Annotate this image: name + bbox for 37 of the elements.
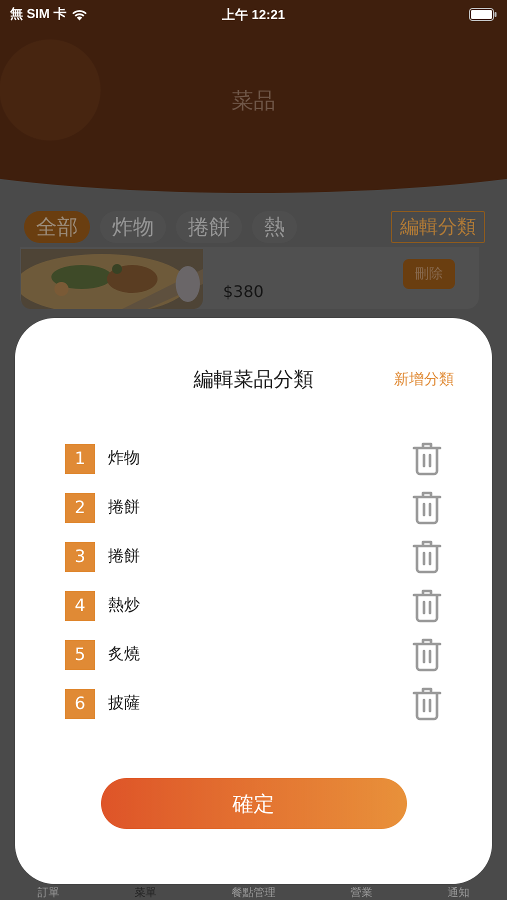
carrier-label: 無 SIM 卡 (10, 5, 66, 23)
category-name: 捲餅 (108, 497, 141, 518)
category-tab[interactable]: 捲餅 (176, 211, 242, 243)
tab-bar-item[interactable]: 通知 (448, 886, 470, 900)
trash-icon[interactable] (412, 442, 442, 476)
category-name: 炙燒 (108, 644, 141, 665)
clock-time: 上午 12:21 (222, 6, 285, 24)
category-tab[interactable]: 全部 (24, 211, 90, 243)
number-badge: 1 (65, 444, 95, 474)
category-name: 炸物 (108, 448, 141, 469)
tab-bar-item[interactable]: 營業 (350, 886, 372, 900)
tab-bar-item[interactable]: 訂單 (38, 886, 60, 900)
wifi-icon (71, 8, 88, 20)
delete-button[interactable]: 刪除 (403, 259, 455, 289)
add-category-button[interactable]: 新增分類 (394, 370, 454, 389)
category-name: 熱炒 (108, 595, 141, 616)
trash-icon[interactable] (412, 686, 442, 720)
battery-icon (469, 8, 497, 20)
number-badge: 3 (65, 542, 95, 572)
page-title: 菜品 (230, 88, 276, 116)
number-badge: 5 (65, 640, 95, 670)
number-badge: 6 (65, 688, 95, 718)
confirm-button[interactable]: 確定 (100, 778, 406, 829)
category-name: 披薩 (108, 693, 141, 714)
category-name: 捲餅 (108, 546, 141, 567)
trash-icon[interactable] (412, 638, 442, 672)
trash-icon[interactable] (412, 540, 442, 574)
dish-price: $380 (223, 282, 264, 301)
category-tab[interactable]: 熱 (252, 211, 297, 243)
category-tab[interactable]: 炸物 (100, 211, 166, 243)
number-badge: 2 (65, 492, 95, 522)
edit-categories-button[interactable]: 編輯分類 (391, 211, 485, 243)
trash-icon[interactable] (412, 588, 442, 622)
dialog-title: 編輯菜品分類 (194, 367, 314, 391)
number-badge: 4 (65, 590, 95, 620)
trash-icon[interactable] (412, 490, 442, 524)
tab-bar-item[interactable]: 餐點管理 (232, 886, 276, 900)
